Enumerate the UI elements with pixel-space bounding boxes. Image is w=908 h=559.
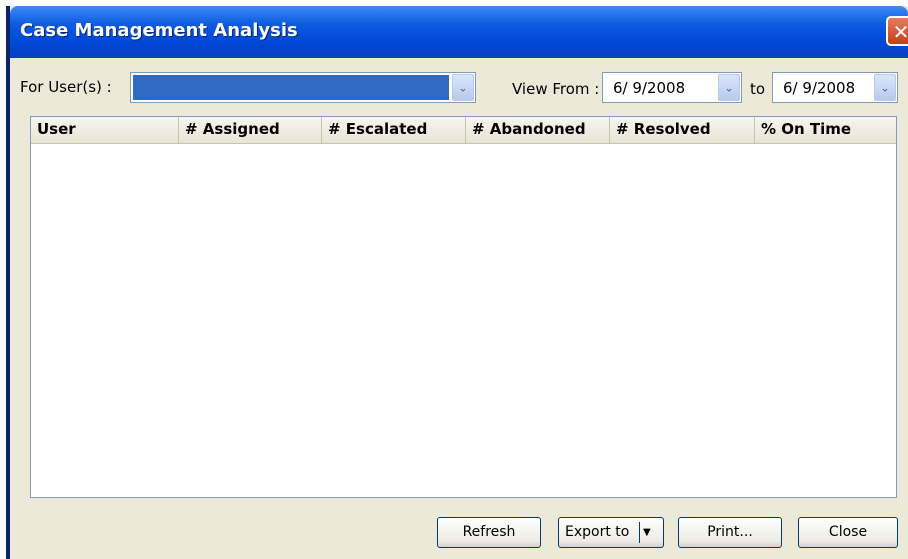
- for-users-label: For User(s) :: [20, 78, 112, 96]
- chevron-down-icon[interactable]: ▼: [643, 518, 651, 547]
- to-date-value: 6/ 9/2008: [783, 79, 856, 97]
- print-button[interactable]: Print...: [678, 517, 782, 548]
- export-to-button[interactable]: Export to ▼: [558, 517, 664, 548]
- grid-header: User # Assigned # Escalated # Abandoned …: [31, 117, 896, 144]
- to-label: to: [750, 80, 766, 98]
- column-header-on-time[interactable]: % On Time: [755, 117, 896, 143]
- column-header-abandoned[interactable]: # Abandoned: [466, 117, 610, 143]
- chevron-down-icon: ⌄: [724, 81, 734, 94]
- from-date-dropdown-button[interactable]: ⌄: [718, 74, 740, 101]
- chevron-down-icon: ⌄: [880, 81, 890, 94]
- refresh-button[interactable]: Refresh: [437, 517, 541, 548]
- export-to-label: Export to: [565, 524, 630, 540]
- close-button[interactable]: Close: [798, 517, 898, 548]
- case-management-window: Case Management Analysis ✕ For User(s) :…: [6, 6, 908, 559]
- column-header-user[interactable]: User: [31, 117, 179, 143]
- column-header-escalated[interactable]: # Escalated: [322, 117, 466, 143]
- analysis-grid[interactable]: User # Assigned # Escalated # Abandoned …: [30, 116, 897, 498]
- export-split-divider: [639, 522, 640, 543]
- column-header-resolved[interactable]: # Resolved: [610, 117, 755, 143]
- to-date-picker[interactable]: 6/ 9/2008 ⌄: [772, 72, 898, 103]
- to-date-dropdown-button[interactable]: ⌄: [874, 74, 896, 101]
- window-title: Case Management Analysis: [20, 20, 298, 41]
- chevron-down-icon: ⌄: [458, 81, 468, 94]
- close-icon[interactable]: ✕: [886, 16, 908, 46]
- column-header-assigned[interactable]: # Assigned: [179, 117, 322, 143]
- users-combobox[interactable]: ⌄: [130, 72, 476, 103]
- title-bar[interactable]: Case Management Analysis ✕: [10, 6, 908, 58]
- from-date-picker[interactable]: 6/ 9/2008 ⌄: [602, 72, 742, 103]
- from-date-value: 6/ 9/2008: [613, 79, 686, 97]
- users-dropdown-button[interactable]: ⌄: [452, 74, 474, 101]
- users-selection-highlight: [133, 75, 449, 100]
- view-from-label: View From :: [512, 80, 600, 98]
